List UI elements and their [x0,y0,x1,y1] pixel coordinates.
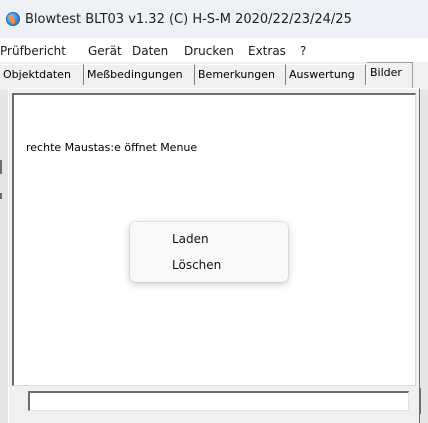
context-menu [130,222,288,282]
menu-extras[interactable]: Extras [248,44,286,58]
menu-geraet[interactable]: Gerät [88,44,122,58]
hint-text: rechte Maustas:e öffnet Menue [26,141,198,154]
context-menu-delete[interactable]: Löschen [172,258,221,272]
tab-auswertung[interactable]: Auswertung [286,64,366,85]
menu-help[interactable]: ? [300,44,306,58]
menu-drucken[interactable]: Drucken [184,44,234,58]
tab-bemerkungen[interactable]: Bemerkungen [195,64,286,85]
right-edge-mark [420,388,421,414]
menu-daten[interactable]: Daten [132,44,168,58]
app-icon[interactable] [6,12,20,26]
context-menu-load[interactable]: Laden [172,232,209,246]
image-filename-field[interactable] [28,391,409,411]
tab-objektdaten[interactable]: Objektdaten [0,64,84,85]
tab-messbedingungen[interactable]: Meßbedingungen [84,64,195,85]
left-edge-mark [0,193,2,199]
menu-pruefbericht[interactable]: Prüfbericht [0,44,66,58]
left-edge-mark [0,160,2,174]
tab-bilder[interactable]: Bilder [366,62,413,88]
window-title: Blowtest BLT03 v1.32 (C) H-S-M 2020/22/2… [25,12,352,27]
